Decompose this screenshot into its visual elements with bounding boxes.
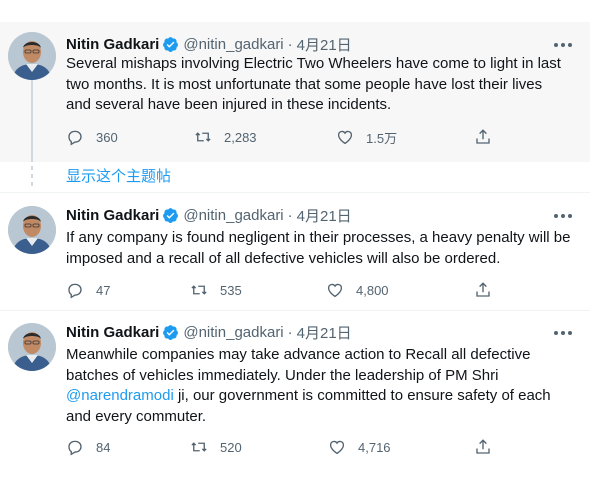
- like-icon: [329, 440, 345, 455]
- verified-badge-icon: [162, 207, 179, 224]
- tweet-1[interactable]: Nitin Gadkari @nitin_gadkari · 4月21日 Sev…: [0, 22, 590, 162]
- tweet-date[interactable]: 4月21日: [297, 34, 352, 55]
- tweet-actions: 84 520 4,716: [66, 436, 506, 458]
- reply-button[interactable]: 47: [66, 279, 110, 301]
- like-button[interactable]: 4,800: [326, 279, 389, 301]
- tweet-text-line: Meanwhile companies may take advance act…: [66, 346, 531, 363]
- tweet-text-line: Several mishaps involving Electric Two W…: [66, 55, 561, 72]
- tweet-text-line: and every commuter.: [66, 407, 207, 425]
- reply-icon: [68, 130, 82, 146]
- thread-connector-dots: [31, 166, 33, 190]
- share-icon: [476, 129, 490, 144]
- reply-count: 84: [96, 439, 111, 455]
- like-icon: [327, 283, 343, 298]
- tweet-thread-panel: Nitin Gadkari @nitin_gadkari · 4月21日 Sev…: [0, 0, 590, 479]
- avatar[interactable]: [8, 32, 56, 80]
- tweet-text-line: If any company is found negligent in the…: [66, 229, 571, 246]
- tweet-header: Nitin Gadkari @nitin_gadkari · 4月21日: [66, 34, 352, 54]
- like-count: 4,800: [356, 282, 389, 298]
- reply-button[interactable]: 360: [66, 126, 118, 148]
- more-options-icon[interactable]: [554, 209, 572, 223]
- retweet-button[interactable]: 520: [190, 436, 242, 458]
- tweet-text: If any company is found negligent in the…: [66, 228, 578, 269]
- like-button[interactable]: 4,716: [328, 436, 391, 458]
- mention-link[interactable]: @narendramodi: [66, 387, 174, 404]
- reply-count: 47: [96, 282, 111, 298]
- tweet-3[interactable]: Nitin Gadkari @nitin_gadkari · 4月21日 Mea…: [0, 310, 590, 475]
- tweet-2[interactable]: Nitin Gadkari @nitin_gadkari · 4月21日 If …: [0, 192, 590, 310]
- like-count: 4,716: [358, 439, 391, 455]
- separator-dot: ·: [287, 323, 293, 341]
- tweet-text-fragment: ji, our government is committed to ensur…: [173, 387, 551, 404]
- like-icon: [337, 130, 353, 145]
- retweet-icon: [191, 442, 207, 452]
- retweet-count: 535: [220, 282, 242, 298]
- author-name[interactable]: Nitin Gadkari: [66, 36, 159, 53]
- retweet-count: 520: [220, 439, 242, 455]
- author-handle[interactable]: @nitin_gadkari: [183, 324, 283, 341]
- share-icon: [476, 439, 490, 454]
- reply-count: 360: [96, 129, 118, 145]
- retweet-button[interactable]: 535: [190, 279, 242, 301]
- author-handle[interactable]: @nitin_gadkari: [183, 36, 283, 53]
- retweet-button[interactable]: 2,283: [194, 126, 257, 148]
- verified-badge-icon: [162, 36, 179, 53]
- tweet-text-line: two months. It is most unfortunate that …: [66, 75, 543, 93]
- separator-dot: ·: [287, 206, 293, 224]
- avatar[interactable]: [8, 323, 56, 371]
- tweet-header: Nitin Gadkari @nitin_gadkari · 4月21日: [66, 205, 352, 225]
- like-count: 1.5万: [366, 130, 398, 146]
- tweet-actions: 47 535 4,800: [66, 279, 506, 301]
- tweet-actions: 360 2,283 1.5万: [66, 126, 506, 148]
- retweet-count: 2,283: [224, 129, 257, 145]
- like-button[interactable]: 1.5万: [336, 126, 397, 148]
- share-button[interactable]: [474, 126, 504, 148]
- retweet-icon: [191, 285, 207, 295]
- tweet-text: Meanwhile companies may take advance act…: [66, 345, 578, 427]
- thread-connector-line: [31, 80, 33, 162]
- show-thread-link[interactable]: 显示这个主题帖: [66, 165, 171, 186]
- verified-badge-icon: [162, 324, 179, 341]
- tweet-date[interactable]: 4月21日: [297, 322, 352, 343]
- tweet-text-line: @narendramodi ji, our government is comm…: [66, 386, 578, 407]
- tweet-header: Nitin Gadkari @nitin_gadkari · 4月21日: [66, 322, 352, 342]
- tweet-text: Several mishaps involving Electric Two W…: [66, 54, 578, 116]
- author-handle[interactable]: @nitin_gadkari: [183, 207, 283, 224]
- reply-icon: [68, 283, 82, 299]
- share-button[interactable]: [474, 279, 504, 301]
- author-name[interactable]: Nitin Gadkari: [66, 324, 159, 341]
- avatar[interactable]: [8, 206, 56, 254]
- tweet-text-line: and several have been injured in these i…: [66, 96, 392, 113]
- author-name[interactable]: Nitin Gadkari: [66, 207, 159, 224]
- reply-button[interactable]: 84: [66, 436, 110, 458]
- share-icon: [476, 282, 490, 297]
- more-options-icon[interactable]: [554, 326, 572, 340]
- separator-dot: ·: [287, 35, 293, 53]
- tweet-date[interactable]: 4月21日: [297, 205, 352, 226]
- tweet-text-line: imposed and a recall of all defective ve…: [66, 249, 501, 267]
- more-options-icon[interactable]: [554, 38, 572, 52]
- reply-icon: [68, 440, 82, 456]
- tweet-text-line: batches of vehicles immediately. Under t…: [66, 366, 499, 384]
- retweet-icon: [195, 132, 211, 142]
- share-button[interactable]: [474, 436, 504, 458]
